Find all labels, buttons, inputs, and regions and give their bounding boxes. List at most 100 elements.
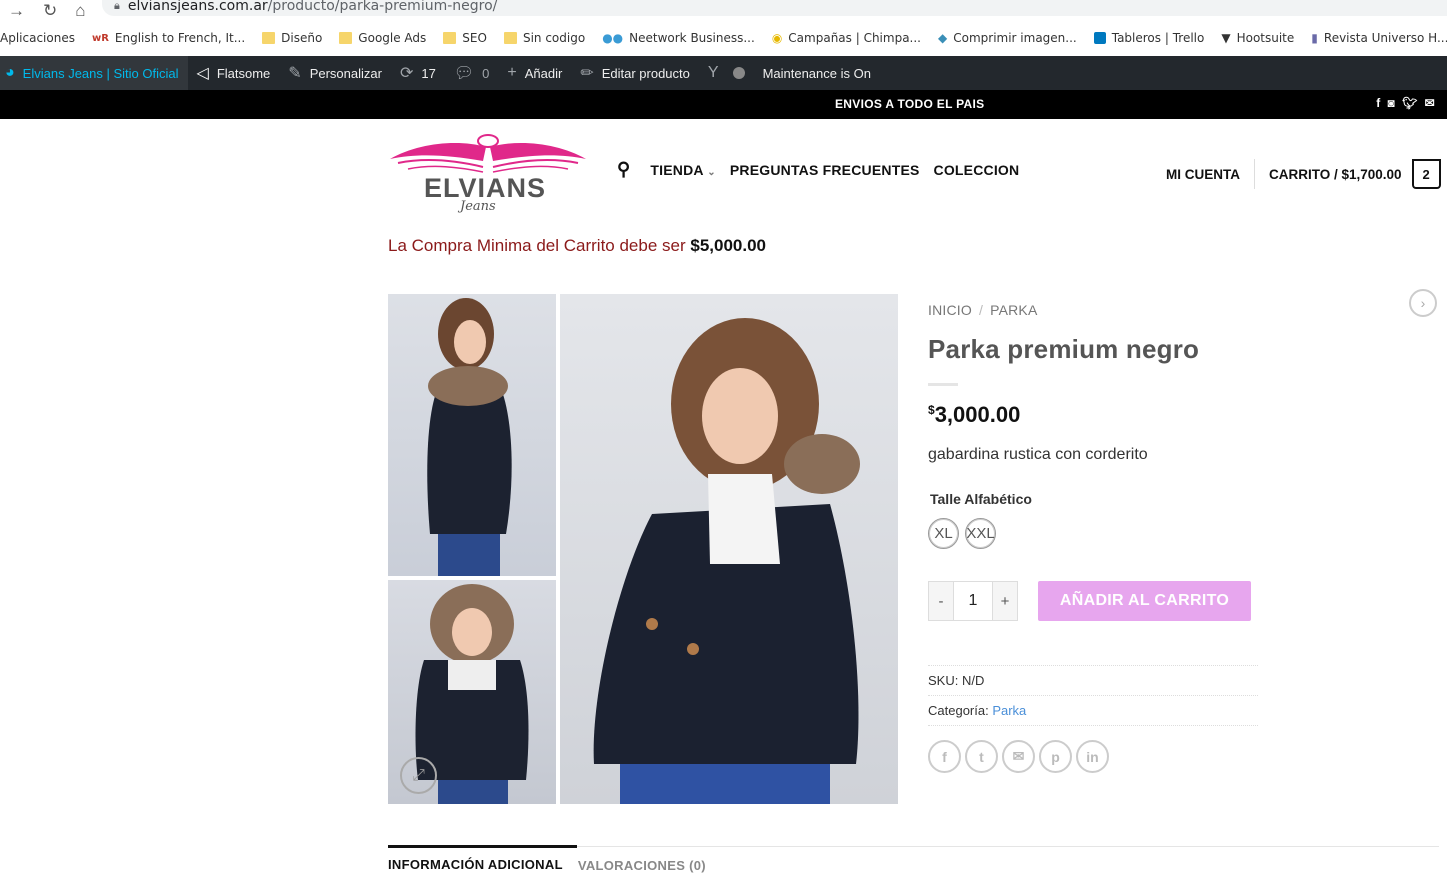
admin-maintenance[interactable]: Maintenance is On xyxy=(754,56,880,90)
shipping-message: ENVIOS A TODO EL PAIS xyxy=(835,97,985,111)
cart-link[interactable]: CARRITO / $1,700.00 xyxy=(1269,167,1402,182)
tab-reviews[interactable]: VALORACIONES (0) xyxy=(578,847,720,873)
bookmark-folder-diseno[interactable]: Diseño xyxy=(262,31,322,45)
top-announcement-bar: ENVIOS A TODO EL PAIS f ◙ 🐦︎ ✉ xyxy=(0,90,1447,119)
sku-label: SKU: xyxy=(928,673,962,688)
qty-plus-button[interactable]: + xyxy=(993,582,1017,620)
qty-minus-button[interactable]: - xyxy=(929,582,953,620)
dashboard-icon: ◕ xyxy=(5,64,15,81)
add-to-cart-button[interactable]: AÑADIR AL CARRITO xyxy=(1038,581,1251,621)
bookmark-label: Diseño xyxy=(281,31,323,45)
updates-icon: ⟳ xyxy=(399,65,414,82)
admin-yoast[interactable]: Y xyxy=(699,56,754,90)
nav-label: TIENDA xyxy=(650,161,704,178)
hootsuite-icon: ▼ xyxy=(1221,31,1231,45)
price-currency: $ xyxy=(928,403,935,417)
share-email-icon[interactable]: ✉ xyxy=(1002,740,1035,773)
bookmark-label: Hootsuite xyxy=(1236,31,1295,45)
yoast-icon: Y xyxy=(707,64,719,81)
next-product-arrow-icon[interactable]: › xyxy=(1409,289,1437,317)
product-title: Parka premium negro xyxy=(928,334,1200,364)
admin-comments-count: 0 xyxy=(482,65,490,81)
price-amount: 3,000.00 xyxy=(934,402,1021,427)
nav-item-coleccion[interactable]: COLECCION xyxy=(934,162,1020,178)
bookmark-trello[interactable]: Tableros | Trello xyxy=(1093,31,1205,45)
instagram-icon[interactable]: ◙ xyxy=(1388,96,1396,110)
trello-icon xyxy=(1093,32,1106,44)
notice-amount: $5,000.00 xyxy=(690,236,766,255)
folder-icon xyxy=(339,32,353,44)
admin-edit-product[interactable]: ✏︎ Editar producto xyxy=(571,56,699,90)
product-thumbnail-side[interactable] xyxy=(388,294,556,576)
breadcrumb: INICIO / PARKA xyxy=(928,302,1258,318)
url-path: /producto/parka-premium-negro/ xyxy=(267,0,498,14)
qty-input[interactable]: 1 xyxy=(953,582,993,620)
facebook-icon[interactable]: f xyxy=(1376,96,1380,110)
product-summary: INICIO / PARKA Parka premium negro $3,000.… xyxy=(928,302,1258,773)
product-tabs: INFORMACIÓN ADICIONAL VALORACIONES (0) xyxy=(388,845,1439,873)
bookmark-folder-sin-codigo[interactable]: Sin codigo xyxy=(503,31,586,45)
sku-row: SKU: N/D xyxy=(928,666,1258,696)
nav-item-tienda[interactable]: TIENDA ⌄ xyxy=(650,162,715,178)
breadcrumb-home[interactable]: INICIO xyxy=(928,302,972,318)
compress-icon: ◆ xyxy=(938,31,948,45)
admin-updates[interactable]: ⟳ 17 xyxy=(391,56,445,90)
size-option-xl[interactable]: XL xyxy=(928,518,959,549)
admin-add-new[interactable]: + Añadir xyxy=(498,56,571,90)
admin-customize[interactable]: ✎ Personalizar xyxy=(279,56,391,90)
neetwork-icon: ●● xyxy=(602,31,624,45)
zoom-expand-icon[interactable]: ⤢ xyxy=(400,757,437,794)
search-icon[interactable]: ⚲ xyxy=(617,159,630,180)
admin-flatsome[interactable]: ◁ Flatsome xyxy=(188,56,280,90)
folder-icon xyxy=(262,32,276,44)
bookmark-folder-seo[interactable]: SEO xyxy=(443,31,487,45)
admin-customize-label: Personalizar xyxy=(309,65,382,81)
bookmark-revista[interactable]: ▮ Revista Universo H... xyxy=(1311,31,1447,45)
product-meta: SKU: N/D Categoría: Parka xyxy=(928,665,1258,726)
admin-site-link[interactable]: ◕ Elvians Jeans | Sitio Oficial xyxy=(0,56,188,90)
admin-comments[interactable]: 💬︎ 0 xyxy=(445,56,499,90)
product-main-image[interactable] xyxy=(560,294,898,804)
bookmark-neetwork[interactable]: ●● Neetwork Business... xyxy=(602,31,755,45)
breadcrumb-category[interactable]: PARKA xyxy=(990,302,1037,318)
bookmark-wordreference[interactable]: wR English to French, It... xyxy=(92,31,245,45)
category-link[interactable]: Parka xyxy=(992,703,1026,718)
share-twitter-icon[interactable]: t xyxy=(965,740,998,773)
account-link[interactable]: MI CUENTA xyxy=(1166,167,1240,182)
forward-icon[interactable]: → xyxy=(8,1,25,21)
breadcrumb-separator: / xyxy=(978,302,984,318)
add-to-cart-row: - 1 + AÑADIR AL CARRITO xyxy=(928,581,1258,621)
site-header: ELVIANS Jeans ⚲ TIENDA ⌄ PREGUNTAS FRECU… xyxy=(0,119,1447,219)
bookmark-label: Sin codigo xyxy=(522,31,586,45)
reload-icon[interactable]: ↻ xyxy=(43,1,57,21)
nav-item-preguntas[interactable]: PREGUNTAS FRECUENTES xyxy=(730,162,920,178)
bookmark-folder-google-ads[interactable]: Google Ads xyxy=(339,31,426,45)
address-bar[interactable]: 🔒︎ elviansjeans.com.ar/producto/parka-pr… xyxy=(102,0,1447,16)
bookmark-compress[interactable]: ◆ Comprimir imagen... xyxy=(938,31,1077,45)
bookmark-hootsuite[interactable]: ▼ Hootsuite xyxy=(1221,31,1294,45)
size-swatches: XL XXL xyxy=(928,518,1258,549)
size-option-xxl[interactable]: XXL xyxy=(965,518,996,549)
bookmark-mailchimp[interactable]: ◉ Campañas | Chimpa... xyxy=(772,31,921,45)
sku-value: N/D xyxy=(961,673,985,688)
page-icon: ▮ xyxy=(1311,31,1318,45)
share-linkedin-icon[interactable]: in xyxy=(1076,740,1109,773)
chevron-down-icon: ⌄ xyxy=(707,166,716,178)
pencil-icon: ✏︎ xyxy=(580,65,594,82)
email-icon[interactable]: ✉ xyxy=(1425,96,1435,110)
browser-toolbar: → ↻ ⌂ 🔒︎ elviansjeans.com.ar/producto/pa… xyxy=(0,0,1447,22)
bookmark-label: Comprimir imagen... xyxy=(953,31,1077,45)
wp-admin-bar: ◕ Elvians Jeans | Sitio Oficial ◁ Flatsome… xyxy=(0,56,1447,90)
tab-additional-info[interactable]: INFORMACIÓN ADICIONAL xyxy=(388,845,577,873)
product-price: $3,000.00 xyxy=(928,402,1258,428)
share-pinterest-icon[interactable]: p xyxy=(1039,740,1072,773)
home-icon[interactable]: ⌂ xyxy=(75,1,85,21)
bookmark-label: Tableros | Trello xyxy=(1111,31,1205,45)
status-dot-icon xyxy=(732,67,745,79)
share-facebook-icon[interactable]: f xyxy=(928,740,961,773)
bookmark-apps[interactable]: Aplicaciones xyxy=(0,31,75,45)
minimum-order-notice: La Compra Minima del Carrito debe ser $5… xyxy=(388,236,766,256)
cart-count-badge[interactable]: 2 xyxy=(1411,159,1441,189)
twitter-icon[interactable]: 🐦︎ xyxy=(1402,96,1418,110)
site-logo[interactable]: ELVIANS Jeans xyxy=(388,133,588,215)
